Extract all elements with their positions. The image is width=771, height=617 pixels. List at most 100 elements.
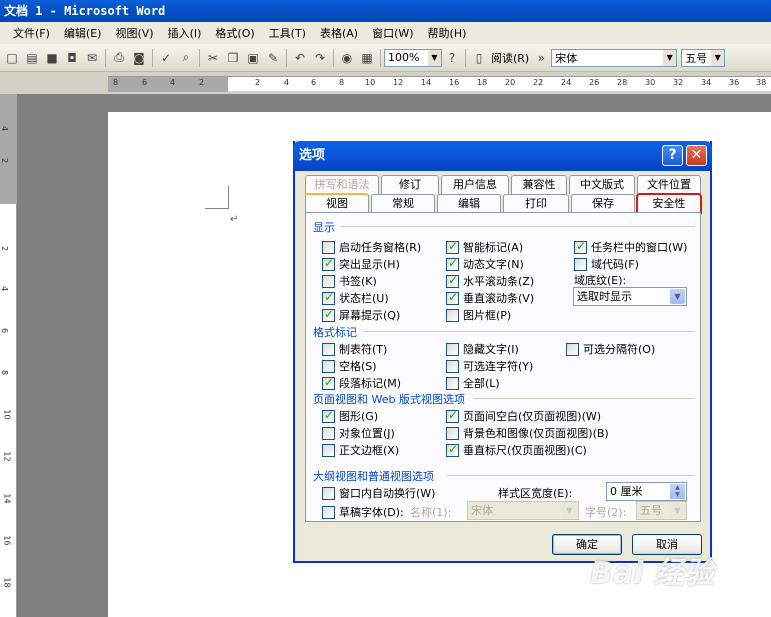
redo-icon[interactable]: ↷: [312, 50, 328, 66]
checkbox-white-space-between-pages[interactable]: 页面间空白(仅页面视图)(W): [446, 408, 601, 424]
vertical-ruler[interactable]: 4 2 2 4 6 8 10 12 14 16 18: [0, 94, 17, 617]
checkbox-box[interactable]: [566, 342, 579, 356]
close-icon[interactable]: ✕: [686, 145, 707, 166]
checkbox-screentips[interactable]: 屏幕提示(Q): [322, 307, 400, 323]
checkbox-box[interactable]: [446, 376, 459, 390]
paste-icon[interactable]: ▣: [245, 50, 261, 66]
draft-font-name-select[interactable]: 宋体 ▼: [467, 501, 579, 520]
zoom-combo[interactable]: 100% ▼: [384, 48, 442, 67]
checkbox-startup-task-pane[interactable]: 启动任务窗格(R): [322, 239, 421, 255]
checkbox-box[interactable]: [446, 256, 459, 271]
new-doc-icon[interactable]: □: [4, 50, 20, 66]
email-icon[interactable]: ✉: [84, 50, 100, 66]
menu-help[interactable]: 帮助(H): [421, 25, 474, 41]
checkbox-vertical-scrollbar[interactable]: 垂直滚动条(V): [446, 290, 534, 306]
menu-tools[interactable]: 工具(T): [262, 25, 313, 41]
checkbox-drawings[interactable]: 图形(G): [322, 408, 378, 424]
checkbox-box[interactable]: [446, 239, 459, 254]
menu-window[interactable]: 窗口(W): [365, 25, 420, 41]
tab-spelling[interactable]: 拼写和语法: [305, 175, 379, 194]
checkbox-draft-font[interactable]: 草稿字体(D):: [322, 504, 404, 520]
checkbox-object-anchors[interactable]: 对象位置(J): [322, 425, 395, 441]
tab-chinese-layout[interactable]: 中文版式: [569, 175, 635, 194]
tab-compatibility[interactable]: 兼容性: [511, 175, 567, 194]
checkbox-box[interactable]: [322, 290, 335, 305]
font-combo[interactable]: 宋体 ▼: [551, 48, 678, 67]
chevron-down-icon[interactable]: ▼: [663, 49, 677, 66]
checkbox-box[interactable]: [322, 274, 335, 288]
help-icon[interactable]: ?: [444, 50, 460, 66]
checkbox-hidden-text[interactable]: 隐藏文字(I): [446, 341, 519, 357]
checkbox-spaces[interactable]: 空格(S): [322, 358, 377, 374]
checkbox-all-marks[interactable]: 全部(L): [446, 375, 500, 391]
menu-format[interactable]: 格式(O): [208, 25, 261, 41]
checkbox-box[interactable]: [322, 307, 335, 322]
checkbox-box[interactable]: [322, 375, 335, 390]
checkbox-optional-breaks[interactable]: 可选分隔符(O): [566, 341, 655, 357]
horizontal-ruler[interactable]: 8 6 4 2 2 4 6 8 10 12 14 16 18 20 22 24 …: [108, 76, 771, 92]
checkbox-picture-placeholders[interactable]: 图片框(P): [446, 307, 511, 323]
chevron-down-icon[interactable]: ▼: [562, 503, 577, 518]
checkbox-box[interactable]: [322, 486, 335, 500]
chevron-down-icon[interactable]: ▼: [711, 49, 725, 66]
checkbox-box[interactable]: [446, 342, 459, 356]
permission-icon[interactable]: ◘: [64, 50, 80, 66]
menu-view[interactable]: 视图(V): [108, 25, 160, 41]
field-shading-select[interactable]: 选取时显示 ▼: [573, 287, 687, 306]
tab-user-info[interactable]: 用户信息: [441, 175, 509, 194]
toolbar-options-icon[interactable]: »: [533, 50, 549, 66]
chevron-down-icon[interactable]: ▼: [670, 503, 685, 518]
checkbox-smart-tags[interactable]: 智能标记(A): [446, 239, 523, 255]
checkbox-tab-characters[interactable]: 制表符(T): [322, 341, 387, 357]
checkbox-background-colors[interactable]: 背景色和图像(仅页面视图)(B): [446, 425, 609, 441]
checkbox-box[interactable]: [446, 359, 459, 373]
style-area-width-spinner[interactable]: 0 厘米 ▲ ▼: [606, 482, 687, 501]
checkbox-box[interactable]: [322, 240, 335, 254]
checkbox-box[interactable]: [322, 359, 335, 373]
checkbox-bookmarks[interactable]: 书签(K): [322, 273, 377, 289]
print-icon[interactable]: ⎙: [111, 50, 127, 66]
checkbox-windows-in-taskbar[interactable]: 任务栏中的窗口(W): [574, 239, 687, 255]
checkbox-box[interactable]: [574, 239, 587, 254]
open-folder-icon[interactable]: ▤: [24, 50, 40, 66]
checkbox-box[interactable]: [322, 505, 335, 519]
tab-view[interactable]: 视图: [305, 193, 369, 214]
undo-icon[interactable]: ↶: [292, 50, 308, 66]
checkbox-box[interactable]: [322, 408, 335, 423]
tab-edit[interactable]: 编辑: [437, 194, 501, 213]
draft-font-size-select[interactable]: 五号 ▼: [636, 501, 687, 520]
spelling-icon[interactable]: ✓: [158, 50, 174, 66]
checkbox-box[interactable]: [446, 408, 459, 423]
tab-file-locations[interactable]: 文件位置: [637, 175, 701, 194]
checkbox-horizontal-scrollbar[interactable]: 水平滚动条(Z): [446, 273, 534, 289]
tab-security[interactable]: 安全性: [636, 193, 702, 214]
checkbox-status-bar[interactable]: 状态栏(U): [322, 290, 389, 306]
checkbox-wrap-to-window[interactable]: 窗口内自动换行(W): [322, 485, 435, 501]
checkbox-box[interactable]: [322, 342, 335, 356]
checkbox-paragraph-marks[interactable]: 段落标记(M): [322, 375, 401, 391]
menu-insert[interactable]: 插入(I): [161, 25, 209, 41]
tab-print[interactable]: 打印: [503, 194, 569, 213]
table-icon[interactable]: ▦: [359, 50, 375, 66]
tab-track-changes[interactable]: 修订: [381, 175, 439, 194]
dialog-title-bar[interactable]: 选项 ? ✕: [293, 141, 712, 171]
menu-table[interactable]: 表格(A): [313, 25, 365, 41]
help-icon[interactable]: ?: [662, 145, 683, 166]
menu-file[interactable]: 文件(F): [6, 25, 57, 41]
checkbox-box[interactable]: [446, 273, 459, 288]
cut-icon[interactable]: ✂: [205, 50, 221, 66]
font-size-combo[interactable]: 五号 ▼: [681, 48, 726, 67]
read-icon[interactable]: ▯: [471, 50, 487, 66]
format-painter-icon[interactable]: ✎: [265, 50, 281, 66]
checkbox-box[interactable]: [322, 426, 335, 440]
chevron-down-icon[interactable]: ▼: [670, 289, 685, 304]
checkbox-box[interactable]: [446, 426, 459, 440]
spinner-arrows-icon[interactable]: ▲ ▼: [670, 484, 685, 499]
checkbox-box[interactable]: [446, 442, 459, 457]
checkbox-box[interactable]: [322, 256, 335, 271]
read-button[interactable]: 阅读(R): [491, 50, 529, 66]
checkbox-box[interactable]: [574, 257, 587, 271]
checkbox-field-codes[interactable]: 域代码(F): [574, 256, 639, 272]
checkbox-box[interactable]: [446, 290, 459, 305]
tab-general[interactable]: 常规: [371, 194, 435, 213]
